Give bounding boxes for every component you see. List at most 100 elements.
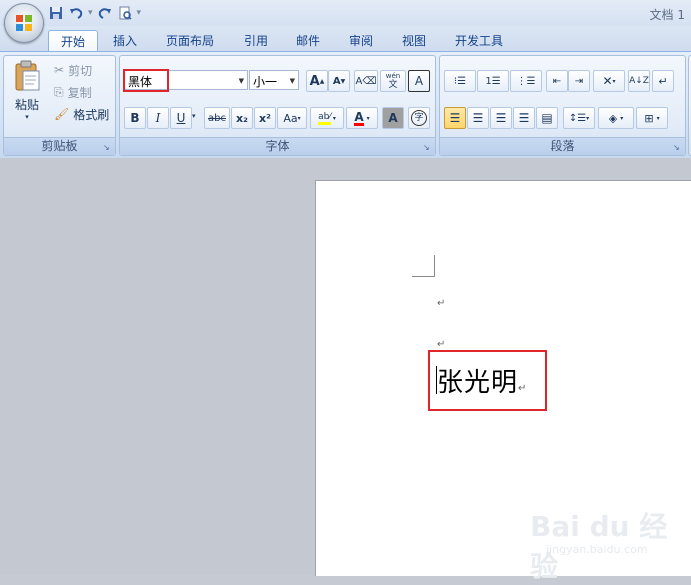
strikethrough-button[interactable]: abc: [204, 107, 230, 129]
phonetic-guide-button[interactable]: wén 文: [380, 70, 406, 92]
margin-corner-mark: [412, 276, 435, 277]
superscript-icon: x²: [259, 111, 271, 125]
underline-button[interactable]: U: [170, 107, 192, 129]
character-shading-icon: A: [388, 111, 398, 125]
font-color-button[interactable]: A ▾: [346, 107, 378, 129]
format-painter-button[interactable]: 🖌 格式刷: [54, 106, 109, 122]
character-shading-button[interactable]: A: [382, 107, 404, 129]
enclose-characters-button[interactable]: 字: [408, 107, 430, 129]
chinese-layout-icon: ✕: [602, 74, 613, 88]
paint-bucket-icon: ◈: [608, 111, 618, 125]
decrease-indent-button[interactable]: ⇤: [546, 70, 568, 92]
shading-button[interactable]: ◈ ▾: [598, 107, 634, 129]
decrease-indent-icon: ⇤: [552, 75, 562, 87]
enclose-characters-icon: 字: [411, 110, 427, 126]
numbering-button[interactable]: 1☰: [477, 70, 509, 92]
borders-button[interactable]: ⊞ ▾: [636, 107, 668, 129]
character-border-button[interactable]: A: [408, 70, 430, 92]
show-marks-button[interactable]: ↵: [652, 70, 674, 92]
justify-button[interactable]: ☰: [513, 107, 535, 129]
scissors-icon: ✂: [54, 63, 65, 77]
watermark-url: jingyan.baidu.com: [546, 543, 648, 556]
undo-dropdown-icon[interactable]: ▾: [88, 8, 93, 18]
italic-icon: I: [155, 111, 161, 125]
line-spacing-button[interactable]: ↕☰ ▾: [563, 107, 595, 129]
margin-corner-mark: [434, 255, 435, 277]
undo-icon[interactable]: [68, 5, 84, 21]
grow-font-button[interactable]: A ▲: [306, 70, 328, 92]
clear-format-button[interactable]: A⌫: [354, 70, 378, 92]
print-preview-icon[interactable]: [117, 5, 133, 21]
justify-icon: ☰: [518, 111, 530, 125]
superscript-button[interactable]: x²: [254, 107, 276, 129]
office-button[interactable]: [4, 3, 44, 43]
highlight-box-text: [428, 350, 547, 411]
underline-icon: U: [176, 111, 186, 125]
text-highlight-button[interactable]: ab⁄ ▾: [310, 107, 344, 129]
paragraph-launcher-icon[interactable]: ↘: [673, 143, 682, 152]
tab-mailings[interactable]: 邮件: [286, 30, 330, 52]
bullet-list-icon: ⁝☰: [453, 75, 467, 87]
ribbon: 粘贴 ▾ ✂ 剪切 ⎘ 复制 🖌 格式刷 剪贴板 ↘ 黑体 ▼ 小一 ▼ A ▲ …: [0, 51, 691, 159]
grow-font-icon: A: [309, 73, 320, 89]
paste-button[interactable]: 粘贴 ▾: [10, 60, 44, 130]
sort-button[interactable]: A↓Z: [628, 70, 650, 92]
document-title: 文档 1: [649, 8, 685, 22]
shrink-font-icon: A: [332, 75, 341, 87]
ribbon-tabs: 开始 插入 页面布局 引用 邮件 审阅 视图 开发工具: [0, 26, 691, 53]
font-color-icon: A: [354, 109, 364, 126]
paste-icon: [15, 60, 40, 91]
quick-access-toolbar: ▾ ▾: [48, 4, 141, 22]
tab-home[interactable]: 开始: [48, 30, 98, 53]
save-icon[interactable]: [48, 5, 64, 21]
tab-insert[interactable]: 插入: [103, 30, 147, 52]
cut-label: 剪切: [68, 63, 93, 78]
increase-indent-icon: ⇥: [574, 75, 584, 87]
numbered-list-icon: 1☰: [485, 75, 501, 87]
chinese-layout-button[interactable]: ✕ ▾: [593, 70, 625, 92]
align-right-button[interactable]: ☰: [490, 107, 512, 129]
borders-icon: ⊞: [644, 111, 654, 125]
shrink-font-button[interactable]: A ▼: [328, 70, 350, 92]
bold-button[interactable]: B: [124, 107, 146, 129]
chevron-down-icon: ▼: [289, 77, 295, 85]
clear-format-icon: A⌫: [355, 75, 377, 87]
highlight-box-font-name: [123, 69, 169, 92]
clipboard-group: 粘贴 ▾ ✂ 剪切 ⎘ 复制 🖌 格式刷 剪贴板 ↘: [3, 55, 116, 156]
subscript-button[interactable]: x₂: [231, 107, 253, 129]
align-left-button[interactable]: ☰: [444, 107, 466, 129]
align-center-button[interactable]: ☰: [467, 107, 489, 129]
strikethrough-icon: abc: [208, 112, 226, 124]
bullets-button[interactable]: ⁝☰: [444, 70, 476, 92]
pilcrow-icon: ↵: [658, 74, 668, 88]
align-left-icon: ☰: [449, 111, 461, 125]
tab-references[interactable]: 引用: [234, 30, 278, 52]
copy-button[interactable]: ⎘ 复制: [54, 84, 92, 100]
paste-dropdown-icon: ▾: [25, 113, 29, 121]
redo-icon[interactable]: [97, 5, 113, 21]
paragraph-group: ⁝☰ 1☰ ⋮☰ ⇤ ⇥ ✕ ▾ A↓Z ↵ ☰ ☰ ☰ ☰ ▤ ↕☰ ▾ ◈ ▾ ⊞…: [439, 55, 686, 156]
tab-view[interactable]: 视图: [392, 30, 436, 52]
clipboard-group-label: 剪贴板: [4, 137, 115, 155]
cut-button[interactable]: ✂ 剪切: [54, 62, 92, 78]
tab-developer[interactable]: 开发工具: [446, 30, 512, 52]
underline-dropdown-icon[interactable]: ▾: [192, 112, 196, 120]
character-border-icon: A: [414, 74, 424, 88]
format-painter-label: 格式刷: [73, 107, 110, 122]
multilevel-list-button[interactable]: ⋮☰: [510, 70, 542, 92]
tab-review[interactable]: 审阅: [339, 30, 383, 52]
font-launcher-icon[interactable]: ↘: [423, 143, 432, 152]
customize-qat-icon[interactable]: ▾: [137, 8, 142, 18]
distributed-button[interactable]: ▤: [536, 107, 558, 129]
change-case-button[interactable]: Aa ▾: [277, 107, 307, 129]
font-size-combo[interactable]: 小一 ▼: [249, 70, 299, 90]
italic-button[interactable]: I: [147, 107, 169, 129]
multilevel-list-icon: ⋮☰: [516, 75, 536, 87]
distributed-icon: ▤: [541, 111, 553, 125]
sort-icon: A↓Z: [629, 76, 649, 86]
align-center-icon: ☰: [472, 111, 484, 125]
clipboard-launcher-icon[interactable]: ↘: [103, 143, 112, 152]
increase-indent-button[interactable]: ⇥: [568, 70, 590, 92]
tab-page-layout[interactable]: 页面布局: [158, 30, 222, 52]
font-group-label: 字体: [120, 137, 435, 155]
